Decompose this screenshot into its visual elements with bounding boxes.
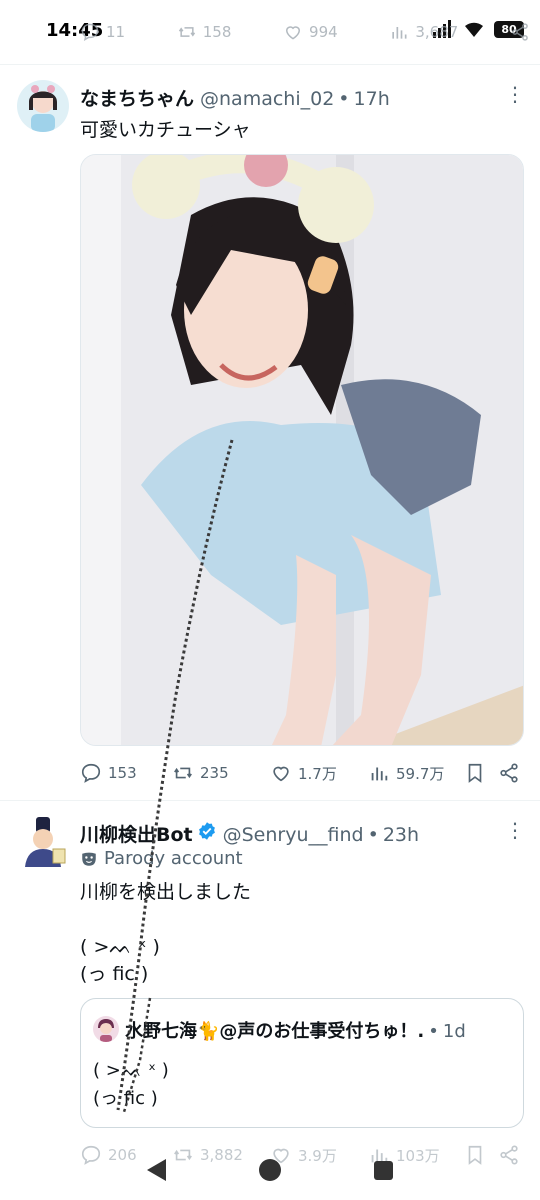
user-handle[interactable]: @namachi_02 — [200, 88, 334, 110]
quoted-header: 水野七海🐈@声のお仕事受付ちゅ！. • 1d — [125, 1017, 466, 1043]
bookmark-button[interactable] — [464, 762, 498, 784]
bookmark-icon — [468, 763, 482, 783]
reply-count: 11 — [106, 23, 126, 41]
avatar[interactable] — [17, 815, 69, 867]
more-options-icon[interactable]: ⋮ — [505, 82, 525, 106]
like-button[interactable]: 994 — [283, 22, 338, 42]
display-name[interactable]: なまちちゃん — [80, 84, 194, 111]
home-icon[interactable] — [258, 1159, 281, 1181]
views-button[interactable]: 3,687 — [389, 22, 458, 42]
quoted-timestamp: 1d — [442, 1021, 466, 1042]
tweet-text: 川柳を検出しました — [80, 881, 252, 903]
like-count: 994 — [309, 23, 338, 41]
divider — [0, 800, 540, 801]
user-handle[interactable]: @Senryu__find — [223, 824, 364, 846]
repost-button[interactable]: 158 — [177, 22, 232, 42]
reply-icon — [81, 23, 99, 42]
reply-button[interactable]: 11 — [80, 22, 125, 42]
timestamp[interactable]: 17h — [354, 88, 390, 110]
share-button[interactable] — [498, 762, 522, 784]
heart-icon — [286, 26, 301, 40]
views-button[interactable]: 59.7万 — [368, 762, 464, 784]
recent-apps-icon[interactable] — [374, 1160, 394, 1180]
display-name[interactable]: 川柳検出Bot — [80, 820, 193, 847]
tweet-header: 川柳検出Bot @Senryu__find • 23h — [80, 820, 419, 847]
share-button[interactable] — [510, 22, 530, 42]
quoted-text-1: ( >ᨓ ˣ ) — [93, 1060, 169, 1081]
separator-dot: • — [338, 88, 350, 110]
reply-icon — [81, 763, 101, 783]
view-count: 59.7万 — [396, 764, 445, 783]
quoted-display-name: 水野七海🐈@声のお仕事受付ちゅ！. — [125, 1021, 425, 1042]
avatar[interactable] — [17, 80, 69, 132]
divider — [0, 64, 540, 65]
separator-dot: • — [367, 824, 379, 846]
repost-icon — [178, 27, 195, 37]
tweet-text: 可愛いカチューシャ — [80, 119, 251, 141]
tweet-photo[interactable] — [80, 154, 524, 746]
system-navigation-bar — [0, 1140, 540, 1200]
previous-tweet-actions: 11 158 994 3,687 — [80, 22, 530, 42]
reply-button[interactable]: 153 — [80, 762, 172, 784]
tweet-actions: 153 235 1.7万 59.7万 — [80, 762, 524, 784]
parody-label: Parody account — [80, 848, 243, 869]
repost-button[interactable]: 235 — [172, 762, 270, 784]
like-button[interactable]: 1.7万 — [270, 762, 368, 784]
photo-image — [81, 155, 523, 745]
repost-count: 235 — [200, 764, 229, 782]
share-icon — [512, 23, 528, 41]
share-icon — [500, 763, 518, 783]
quoted-avatar — [93, 1016, 119, 1042]
verified-badge-icon — [198, 822, 215, 840]
timestamp[interactable]: 23h — [383, 824, 419, 846]
separator-dot: • — [428, 1021, 439, 1042]
view-count: 3,687 — [415, 23, 459, 41]
kaomoji-line-2: (っ fic ) — [80, 963, 149, 985]
views-icon — [371, 767, 388, 781]
kaomoji-line-1: ( >ᨓ ˣ ) — [80, 936, 160, 958]
quoted-tweet[interactable]: 水野七海🐈@声のお仕事受付ちゅ！. • 1d ( >ᨓ ˣ ) (っ fic ) — [80, 998, 524, 1128]
like-count: 1.7万 — [298, 764, 337, 783]
tweet-header: なまちちゃん @namachi_02 • 17h — [80, 84, 390, 111]
heart-icon — [273, 766, 289, 782]
views-icon — [392, 27, 407, 39]
repost-count: 158 — [202, 23, 232, 41]
quoted-text-2: (っ fic ) — [93, 1088, 158, 1109]
repost-icon — [174, 767, 192, 779]
more-options-icon[interactable]: ⋮ — [505, 818, 525, 842]
mask-icon — [82, 852, 96, 866]
parody-label-text: Parody account — [104, 848, 243, 869]
back-icon[interactable] — [146, 1159, 166, 1181]
reply-count: 153 — [108, 764, 137, 782]
